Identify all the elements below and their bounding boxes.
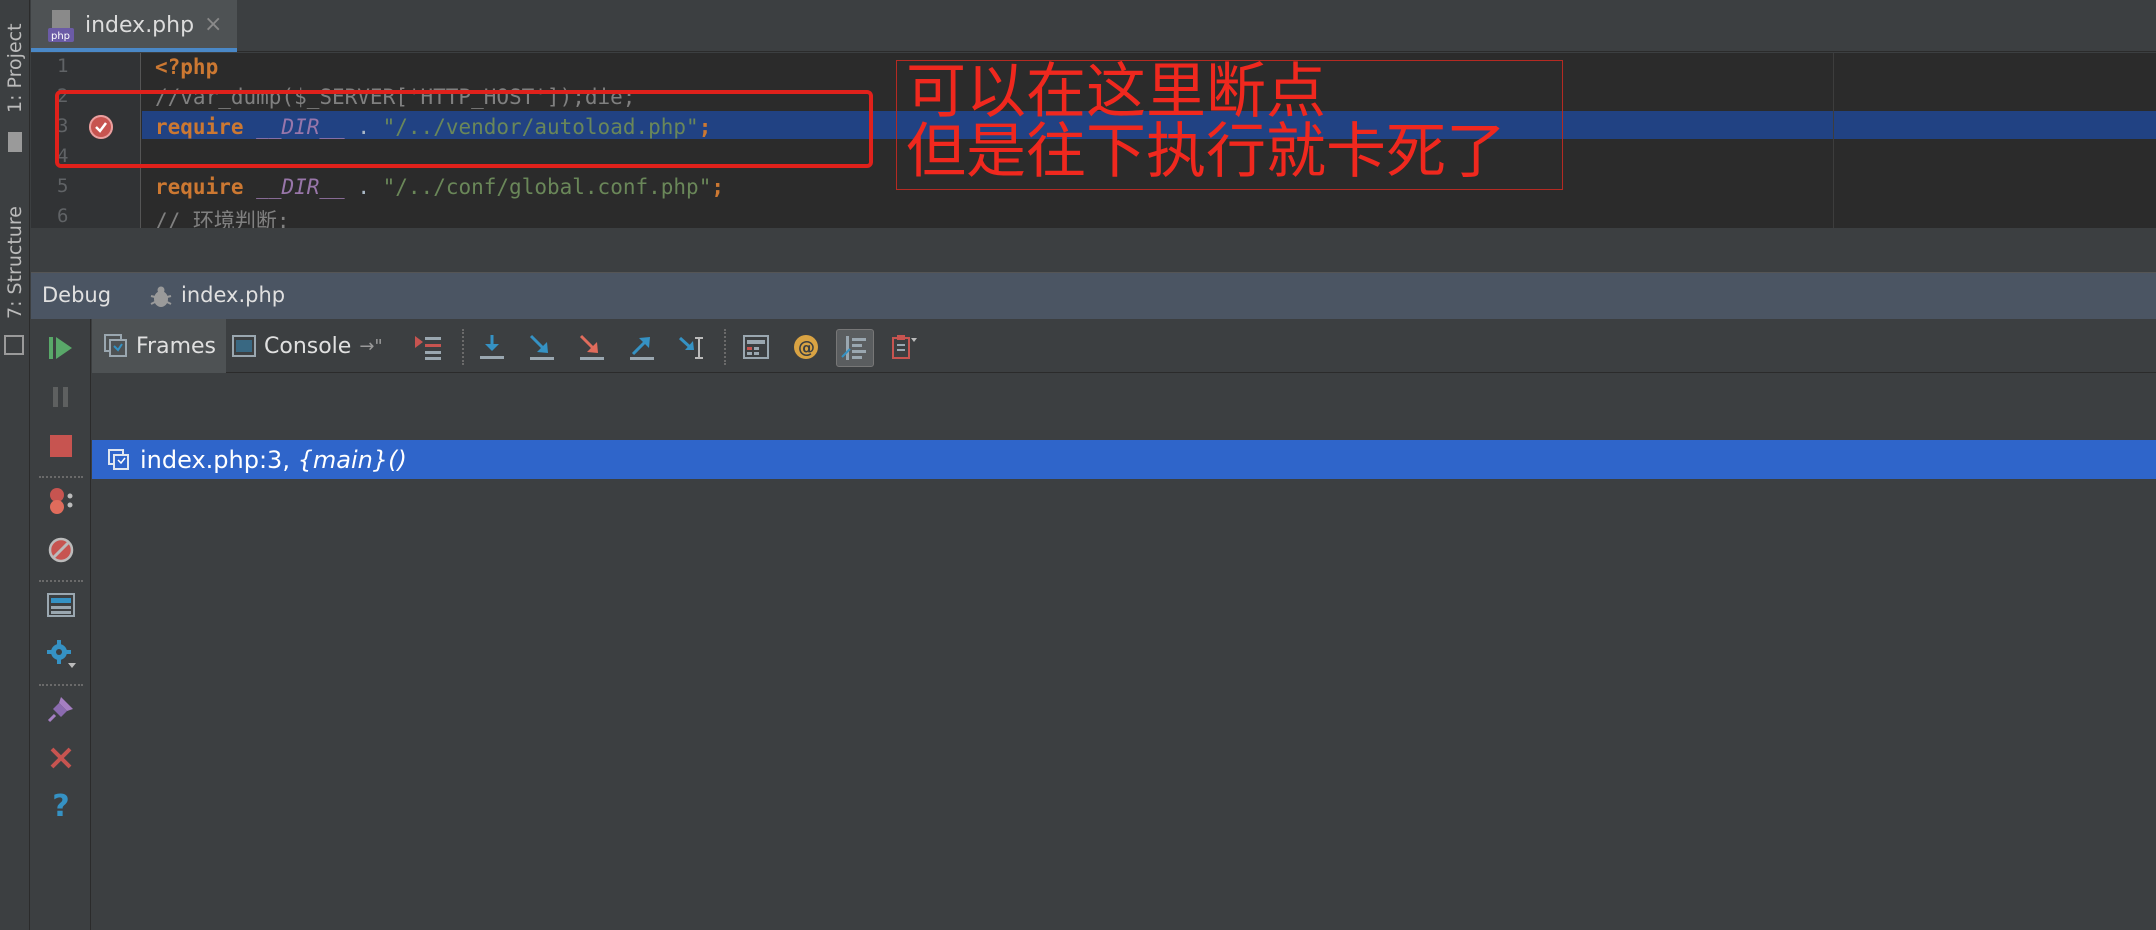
step-into-icon[interactable] (524, 329, 560, 365)
frames-thread-selector[interactable] (92, 374, 2156, 439)
close-tab-icon[interactable]: × (204, 12, 222, 37)
resume-icon[interactable] (44, 331, 78, 365)
debug-title: Debug (42, 283, 112, 307)
restore-layout-icon[interactable] (886, 329, 922, 365)
tool-window-strip: 1: Project 7: Structure (0, 0, 30, 930)
pin-icon[interactable] (44, 692, 78, 726)
editor-bottom-spacer (31, 228, 2156, 272)
constant: __DIR__ (256, 175, 345, 199)
step-out-icon[interactable] (624, 329, 660, 365)
frame-function: {main}() (297, 445, 407, 474)
show-execution-point-icon[interactable] (410, 329, 446, 365)
svg-text:@: @ (798, 338, 815, 358)
semicolon: ; (711, 175, 725, 199)
project-tool-tab-label: 1: Project (4, 23, 26, 113)
debug-toolbar: Frames Console →" @ (92, 319, 2156, 373)
project-icon (8, 132, 22, 152)
keyword: require (155, 175, 244, 199)
right-margin-guide (1833, 53, 1834, 228)
tab-frames-label: Frames (136, 333, 217, 359)
step-over-icon[interactable] (474, 329, 510, 365)
tab-index-php[interactable]: php index.php × (31, 0, 237, 52)
string-literal: "/../conf/global.conf.php" (382, 175, 712, 199)
operator: . (344, 175, 383, 199)
structure-tool-tab-label: 7: Structure (4, 206, 26, 319)
frames-panel: index.php:3, {main}() (92, 374, 2156, 930)
frame-location: index.php:3, (140, 445, 298, 474)
debug-tool-window-header: Debug index.php (31, 272, 2156, 319)
project-tool-tab[interactable]: 1: Project (0, 8, 30, 128)
pause-icon[interactable] (44, 380, 78, 414)
evaluate-expression-icon[interactable] (738, 329, 774, 365)
console-output-arrow-icon: →" (359, 335, 383, 357)
svg-text:php: php (51, 31, 70, 42)
structure-tool-tab[interactable]: 7: Structure (0, 195, 30, 330)
annotation-line-1: 可以在这里断点 (906, 57, 1326, 127)
settings-icon[interactable] (44, 637, 78, 671)
show-values-icon[interactable] (836, 329, 874, 367)
tab-frames[interactable]: Frames (92, 319, 226, 373)
frame-row-selected[interactable]: index.php:3, {main}() (92, 440, 2156, 479)
structure-icon (4, 335, 24, 355)
frames-icon (104, 334, 127, 357)
tab-label: index.php (85, 13, 195, 38)
mute-breakpoints-icon[interactable] (44, 533, 78, 567)
toolbar-separator (462, 329, 464, 365)
annotation-highlight-box (55, 90, 873, 168)
layout-icon[interactable] (44, 588, 78, 622)
tab-console[interactable]: Console →" (232, 319, 402, 373)
editor-tab-bar: php index.php × (31, 0, 2156, 52)
debug-session-name: index.php (181, 283, 286, 307)
comment: // 环境判断: (155, 209, 290, 228)
toolbar-separator (724, 329, 726, 365)
stack-frame-icon (108, 448, 129, 470)
console-icon (232, 335, 256, 357)
toolbar-separator (39, 580, 83, 582)
php-file-icon: php (48, 10, 74, 42)
run-to-cursor-icon[interactable] (674, 329, 710, 365)
toolbar-separator (39, 684, 83, 686)
debug-side-toolbar: ? (31, 319, 91, 930)
stop-icon[interactable] (44, 429, 78, 463)
annotation-line-2: 但是往下执行就卡死了 (906, 117, 1506, 187)
line-number: 5 (57, 175, 69, 197)
help-icon[interactable]: ? (44, 789, 78, 824)
bug-icon (150, 286, 172, 307)
code-line-6: // 环境判断: (155, 205, 290, 228)
php-open-tag: <?php (155, 55, 219, 79)
code-line-5: require __DIR__ . "/../conf/global.conf.… (155, 175, 724, 199)
close-icon[interactable] (44, 741, 78, 775)
force-step-into-icon[interactable] (574, 329, 610, 365)
code-line-1: <?php (155, 55, 218, 79)
tab-console-label: Console (264, 333, 352, 359)
view-breakpoints-icon[interactable] (44, 484, 78, 518)
line-number: 6 (57, 205, 69, 227)
toolbar-separator (39, 476, 83, 478)
watch-icon[interactable]: @ (788, 329, 824, 365)
frame-label: index.php:3, {main}() (140, 446, 407, 474)
line-number: 1 (57, 55, 69, 77)
